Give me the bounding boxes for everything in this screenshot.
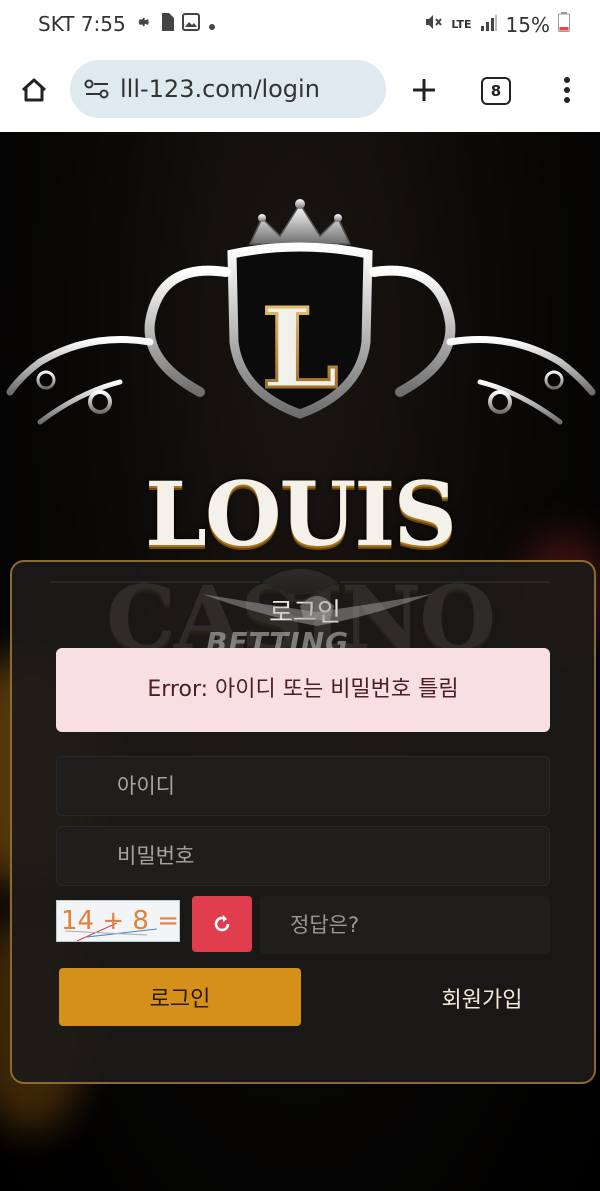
captcha-image: 14 + 8 =	[56, 900, 180, 942]
brand-logo: L LOUIS CASINO	[0, 192, 600, 670]
address-bar[interactable]: lll-123.com/login	[70, 60, 386, 118]
dot-icon	[208, 12, 216, 36]
signup-link[interactable]: 회원가입	[402, 982, 562, 1014]
url-text: lll-123.com/login	[120, 75, 320, 103]
battery-icon	[558, 12, 570, 37]
battery-percent: 15%	[505, 12, 550, 37]
captcha-refresh-button[interactable]	[192, 896, 252, 952]
home-button[interactable]	[16, 72, 52, 108]
username-field[interactable]	[56, 756, 550, 816]
login-button-label: 로그인	[149, 987, 211, 1012]
crown-shield-emblem-icon: L	[6, 199, 596, 425]
home-icon	[21, 78, 47, 102]
refresh-icon	[214, 915, 230, 932]
tab-count: 8	[490, 82, 502, 100]
plus-icon	[413, 79, 435, 101]
captcha-answer-input[interactable]	[260, 896, 550, 954]
captcha-answer-field[interactable]	[260, 896, 550, 954]
logo-letter: L	[261, 284, 338, 413]
login-button[interactable]: 로그인	[59, 968, 301, 1026]
mute-icon	[423, 12, 443, 37]
login-title: 로그인	[269, 598, 341, 628]
gear-icon	[134, 12, 152, 36]
signal-icon	[480, 13, 498, 37]
browser-toolbar: lll-123.com/login 8	[0, 52, 600, 132]
browser-menu-button[interactable]	[553, 70, 581, 110]
network-type: LTE	[451, 18, 472, 31]
sim-icon	[160, 12, 174, 36]
status-bar: SKT 7:55 LTE 15%	[0, 0, 600, 52]
more-vertical-icon	[564, 77, 570, 103]
new-tab-button[interactable]	[404, 70, 444, 110]
captcha-text: 14 + 8 =	[61, 906, 179, 936]
password-field[interactable]	[56, 826, 550, 886]
login-card: 로그인 BETTING ATTACK 토토사이트 | 안전놀이터 추천 | 먹튀…	[10, 560, 596, 1084]
page-content: L LOUIS CASINO 로그인 BETTING ATTACK 토토사이트 …	[0, 132, 600, 1191]
carrier-time: SKT 7:55	[38, 12, 126, 36]
gallery-icon	[181, 12, 200, 36]
tab-switcher-button[interactable]: 8	[481, 77, 511, 105]
username-input[interactable]	[57, 757, 549, 815]
password-input[interactable]	[57, 827, 549, 885]
site-settings-icon[interactable]	[84, 78, 110, 100]
error-alert: Error: 아이디 또는 비밀번호 틀림	[56, 648, 550, 732]
